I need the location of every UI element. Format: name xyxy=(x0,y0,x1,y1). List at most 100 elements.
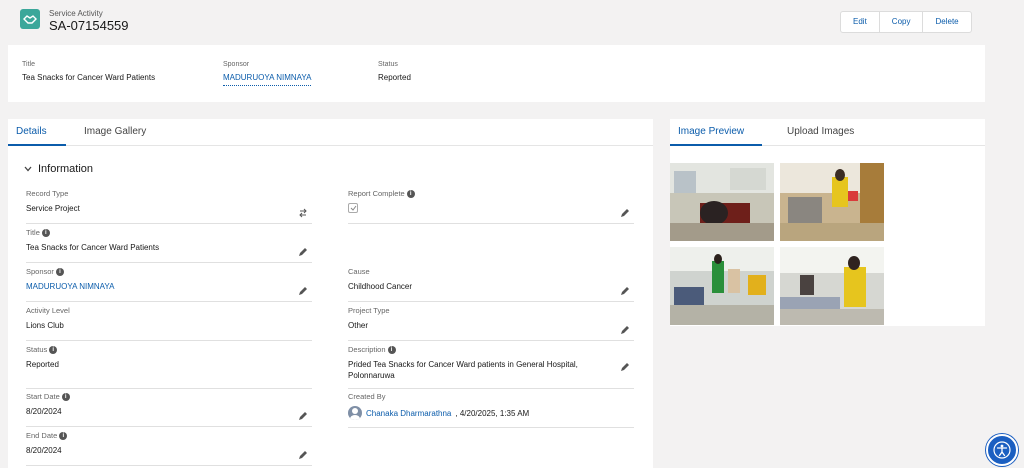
delete-button[interactable]: Delete xyxy=(923,12,970,32)
image-thumbnail[interactable] xyxy=(780,163,884,241)
field-label: Report Complete i xyxy=(348,189,634,198)
field-start-date: Start Date i 8/20/2024 xyxy=(26,392,312,427)
section-information-title: Information xyxy=(38,163,94,175)
tab-image-preview[interactable]: Image Preview xyxy=(678,126,744,137)
change-record-type-icon[interactable] xyxy=(298,208,308,218)
field-value: 8/20/2024 xyxy=(26,407,62,416)
info-icon[interactable]: i xyxy=(55,267,64,276)
field-label-text: End Date xyxy=(26,431,58,440)
active-tab-indicator xyxy=(8,144,66,146)
copy-button[interactable]: Copy xyxy=(880,12,924,32)
tab-upload-images[interactable]: Upload Images xyxy=(787,126,854,137)
pencil-icon[interactable] xyxy=(298,450,308,460)
field-sponsor: Sponsor i MADURUOYA NIMNAYA xyxy=(26,267,312,302)
field-label: Activity Level xyxy=(26,306,70,315)
pencil-icon[interactable] xyxy=(298,247,308,257)
action-button-group: Edit Copy Delete xyxy=(840,11,972,33)
field-value: Tea Snacks for Cancer Ward Patients xyxy=(26,243,160,252)
field-value: Prided Tea Snacks for Cancer Ward patien… xyxy=(348,360,578,380)
highlight-sponsor-link[interactable]: MADURUOYA NIMNAYA xyxy=(223,73,312,86)
record-name: SA-07154559 xyxy=(49,18,129,33)
field-end-date: End Date i 8/20/2024 xyxy=(26,431,312,466)
field-label: Created By xyxy=(348,392,386,401)
image-thumbnail[interactable] xyxy=(780,247,884,325)
tab-details[interactable]: Details xyxy=(16,126,47,137)
highlight-sponsor: Sponsor MADURUOYA NIMNAYA xyxy=(223,61,312,86)
sponsor-link[interactable]: MADURUOYA NIMNAYA xyxy=(26,281,312,292)
info-icon[interactable]: i xyxy=(59,431,68,440)
field-project-type: Project Type Other xyxy=(348,306,634,341)
field-label-text: Title xyxy=(26,228,40,237)
section-information-header[interactable]: Information xyxy=(24,163,93,175)
info-icon[interactable]: i xyxy=(49,345,58,354)
highlight-title-value: Tea Snacks for Cancer Ward Patients xyxy=(22,73,156,82)
field-label: Start Date i xyxy=(26,392,312,401)
highlights-panel: Title Tea Snacks for Cancer Ward Patient… xyxy=(8,45,985,102)
pencil-icon[interactable] xyxy=(620,286,630,296)
tab-image-gallery[interactable]: Image Gallery xyxy=(84,126,146,137)
field-cause: Cause Childhood Cancer xyxy=(348,267,634,302)
pencil-icon[interactable] xyxy=(298,286,308,296)
field-record-type: Record Type Service Project xyxy=(26,189,312,224)
pencil-icon[interactable] xyxy=(620,325,630,335)
field-report-complete: Report Complete i xyxy=(348,189,634,224)
field-label-text: Status xyxy=(26,345,48,354)
pencil-icon[interactable] xyxy=(298,411,308,421)
field-value: Childhood Cancer xyxy=(348,282,413,291)
checkmark-icon xyxy=(350,205,356,211)
field-description: Description i Prided Tea Snacks for Cance… xyxy=(348,345,634,389)
created-date: , 4/20/2025, 1:35 AM xyxy=(455,408,530,418)
field-label-text: Start Date xyxy=(26,392,60,401)
field-label: Title i xyxy=(26,228,312,237)
highlight-status: Status Reported xyxy=(378,61,411,82)
field-label-text: Report Complete xyxy=(348,189,405,198)
field-created-by: Created By Chanaka Dharmarathna , 4/20/2… xyxy=(348,392,634,428)
highlight-title: Title Tea Snacks for Cancer Ward Patient… xyxy=(22,61,155,82)
chevron-down-icon xyxy=(24,166,32,172)
field-label: Status i xyxy=(26,345,312,354)
info-icon[interactable]: i xyxy=(387,345,396,354)
handshake-icon xyxy=(20,9,40,29)
field-label: End Date i xyxy=(26,431,312,440)
record-header: Service Activity SA-07154559 Edit Copy D… xyxy=(0,0,1024,44)
object-type-label: Service Activity xyxy=(49,9,103,18)
field-value: Service Project xyxy=(26,204,80,213)
info-icon[interactable]: i xyxy=(41,228,50,237)
info-icon[interactable]: i xyxy=(61,392,70,401)
field-value: Lions Club xyxy=(26,321,64,330)
field-activity-level: Activity Level Lions Club xyxy=(26,306,312,341)
field-title: Title i Tea Snacks for Cancer Ward Patien… xyxy=(26,228,312,263)
field-label: Sponsor i xyxy=(26,267,312,276)
field-status: Status i Reported xyxy=(26,345,312,389)
field-label-text: Sponsor xyxy=(26,267,54,276)
accessibility-button[interactable] xyxy=(986,434,1018,466)
details-tabs: Details Image Gallery xyxy=(8,119,653,146)
edit-button[interactable]: Edit xyxy=(841,12,880,32)
accessibility-icon xyxy=(993,441,1011,459)
field-label: Description i xyxy=(348,345,634,354)
created-by-user-link[interactable]: Chanaka Dharmarathna xyxy=(366,408,451,419)
field-label-text: Description xyxy=(348,345,386,354)
image-thumbnail[interactable] xyxy=(670,163,774,241)
field-value: Reported xyxy=(26,360,59,369)
field-value: Chanaka Dharmarathna , 4/20/2025, 1:35 A… xyxy=(348,406,634,420)
highlight-status-value: Reported xyxy=(378,73,411,82)
field-value: Other xyxy=(348,321,369,330)
image-tabs: Image Preview Upload Images xyxy=(670,119,985,146)
field-value: 8/20/2024 xyxy=(26,446,62,455)
pencil-icon[interactable] xyxy=(620,362,630,372)
active-tab-indicator xyxy=(670,144,762,146)
details-card: Details Image Gallery Information Record… xyxy=(8,119,653,468)
field-label: Cause xyxy=(348,267,370,276)
field-label: Project Type xyxy=(348,306,390,315)
info-icon[interactable]: i xyxy=(406,189,415,198)
field-label: Record Type xyxy=(26,189,69,198)
report-complete-checkbox[interactable] xyxy=(348,203,358,213)
avatar xyxy=(348,406,362,420)
highlight-sponsor-label: Sponsor xyxy=(223,61,250,68)
highlight-title-label: Title xyxy=(22,61,35,68)
highlight-status-label: Status xyxy=(378,61,398,68)
image-thumbnail[interactable] xyxy=(670,247,774,325)
pencil-icon[interactable] xyxy=(620,208,630,218)
image-preview-card: Image Preview Upload Images xyxy=(670,119,985,326)
